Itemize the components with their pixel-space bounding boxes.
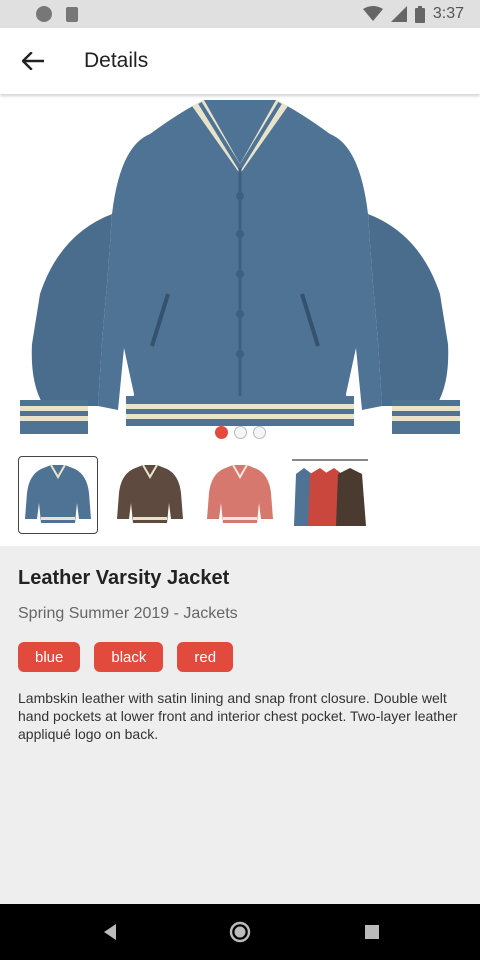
thumbnail-jackets-rack[interactable]: [290, 456, 370, 534]
color-chip-black[interactable]: black: [94, 642, 164, 672]
status-time: 3:37: [432, 5, 464, 22]
notification-circle-icon: [36, 6, 52, 22]
nav-recents-button[interactable]: [358, 918, 386, 946]
product-description: Lambskin leather with satin lining and s…: [18, 690, 458, 742]
jacket-thumbnail-image: [25, 464, 91, 523]
product-info: Leather Varsity Jacket Spring Summer 201…: [0, 546, 480, 904]
product-subtitle: Spring Summer 2019 - Jackets: [18, 605, 238, 622]
arrow-back-icon: [22, 52, 44, 70]
nav-home-button[interactable]: [226, 918, 254, 946]
page-title: Details: [84, 49, 149, 72]
thumbnail-red-jacket[interactable]: [200, 456, 280, 534]
carousel-dot[interactable]: [233, 426, 247, 439]
carousel-dot[interactable]: [214, 426, 228, 439]
product-image-carousel[interactable]: [0, 94, 480, 444]
carousel-indicator: [0, 426, 480, 439]
color-chip-red[interactable]: red: [177, 642, 234, 672]
jackets-rack-image: [292, 459, 368, 526]
thumbnail-black-jacket[interactable]: [110, 456, 190, 534]
thumbnail-blue-jacket[interactable]: [18, 456, 98, 534]
thumbnail-strip: [0, 444, 480, 546]
nav-back-button[interactable]: [96, 918, 124, 946]
app-bar: Details: [0, 28, 480, 94]
wifi-icon: [362, 6, 383, 21]
jacket-thumbnail-image: [207, 464, 273, 523]
status-bar: 3:37: [0, 0, 480, 28]
triangle-back-icon: [104, 924, 116, 940]
jacket-thumbnail-image: [117, 464, 183, 523]
carousel-dot[interactable]: [252, 426, 266, 439]
color-chips: blue black red: [18, 642, 462, 672]
square-recents-icon: [365, 925, 379, 939]
circle-home-icon: [229, 921, 251, 943]
sd-card-icon: [66, 6, 78, 22]
back-button[interactable]: [0, 28, 66, 94]
system-nav-bar: [0, 904, 480, 960]
product-title: Leather Varsity Jacket: [18, 567, 230, 589]
signal-icon: [390, 6, 407, 22]
jacket-main-image: [20, 100, 460, 434]
color-chip-blue[interactable]: blue: [18, 642, 81, 672]
battery-icon: [414, 5, 425, 23]
